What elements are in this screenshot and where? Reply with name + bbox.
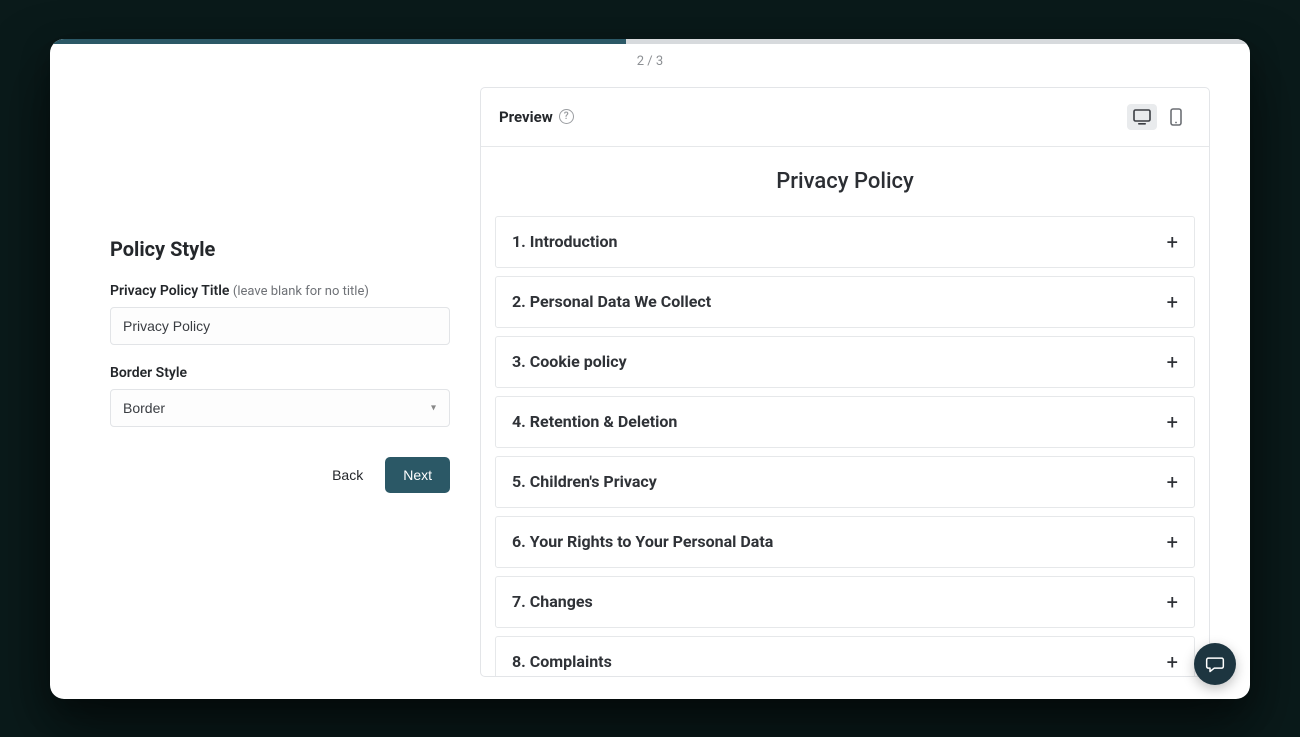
next-button[interactable]: Next <box>385 457 450 493</box>
plus-icon: + <box>1167 592 1178 612</box>
accordion-label: 6. Your Rights to Your Personal Data <box>512 532 773 551</box>
accordion-label: 1. Introduction <box>512 232 617 251</box>
accordion-label: 8. Complaints <box>512 652 612 671</box>
plus-icon: + <box>1167 352 1178 372</box>
device-toggle <box>1127 104 1191 130</box>
accordion-label: 2. Personal Data We Collect <box>512 292 711 311</box>
accordion-label: 3. Cookie policy <box>512 352 627 371</box>
accordion-item[interactable]: 6. Your Rights to Your Personal Data + <box>495 516 1195 568</box>
accordion-label: 5. Children's Privacy <box>512 472 657 491</box>
border-style-select[interactable] <box>110 389 450 427</box>
back-button[interactable]: Back <box>328 459 367 491</box>
help-icon[interactable]: ? <box>559 109 574 124</box>
mobile-icon[interactable] <box>1161 104 1191 130</box>
title-field-label: Privacy Policy Title (leave blank for no… <box>110 283 450 299</box>
policy-title-input[interactable] <box>110 307 450 345</box>
plus-icon: + <box>1167 532 1178 552</box>
page-title: Policy Style <box>110 237 450 261</box>
accordion-item[interactable]: 1. Introduction + <box>495 216 1195 268</box>
border-style-label: Border Style <box>110 365 450 381</box>
form-column: Policy Style Privacy Policy Title (leave… <box>110 87 450 677</box>
accordion-list: 1. Introduction +2. Personal Data We Coll… <box>495 216 1195 676</box>
preview-header-title: Preview ? <box>499 108 574 126</box>
plus-icon: + <box>1167 472 1178 492</box>
content-row: Policy Style Privacy Policy Title (leave… <box>50 87 1250 697</box>
plus-icon: + <box>1167 232 1178 252</box>
chat-launcher-icon[interactable] <box>1194 643 1236 685</box>
accordion-item[interactable]: 5. Children's Privacy + <box>495 456 1195 508</box>
plus-icon: + <box>1167 652 1178 672</box>
preview-header: Preview ? <box>481 88 1209 147</box>
preview-panel: Preview ? <box>480 87 1210 677</box>
accordion-label: 4. Retention & Deletion <box>512 412 677 431</box>
app-window: 2 / 3 Policy Style Privacy Policy Title … <box>50 39 1250 699</box>
accordion-item[interactable]: 7. Changes + <box>495 576 1195 628</box>
plus-icon: + <box>1167 412 1178 432</box>
accordion-item[interactable]: 8. Complaints + <box>495 636 1195 676</box>
accordion-item[interactable]: 4. Retention & Deletion + <box>495 396 1195 448</box>
border-style-select-wrap: ▾ <box>110 389 450 427</box>
plus-icon: + <box>1167 292 1178 312</box>
preview-column: Preview ? <box>480 87 1210 677</box>
preview-body: Privacy Policy 1. Introduction +2. Person… <box>481 147 1209 676</box>
step-indicator: 2 / 3 <box>50 44 1250 87</box>
accordion-label: 7. Changes <box>512 592 593 611</box>
policy-title: Privacy Policy <box>495 169 1195 194</box>
accordion-item[interactable]: 2. Personal Data We Collect + <box>495 276 1195 328</box>
accordion-item[interactable]: 3. Cookie policy + <box>495 336 1195 388</box>
form-actions: Back Next <box>110 457 450 493</box>
desktop-icon[interactable] <box>1127 104 1157 130</box>
